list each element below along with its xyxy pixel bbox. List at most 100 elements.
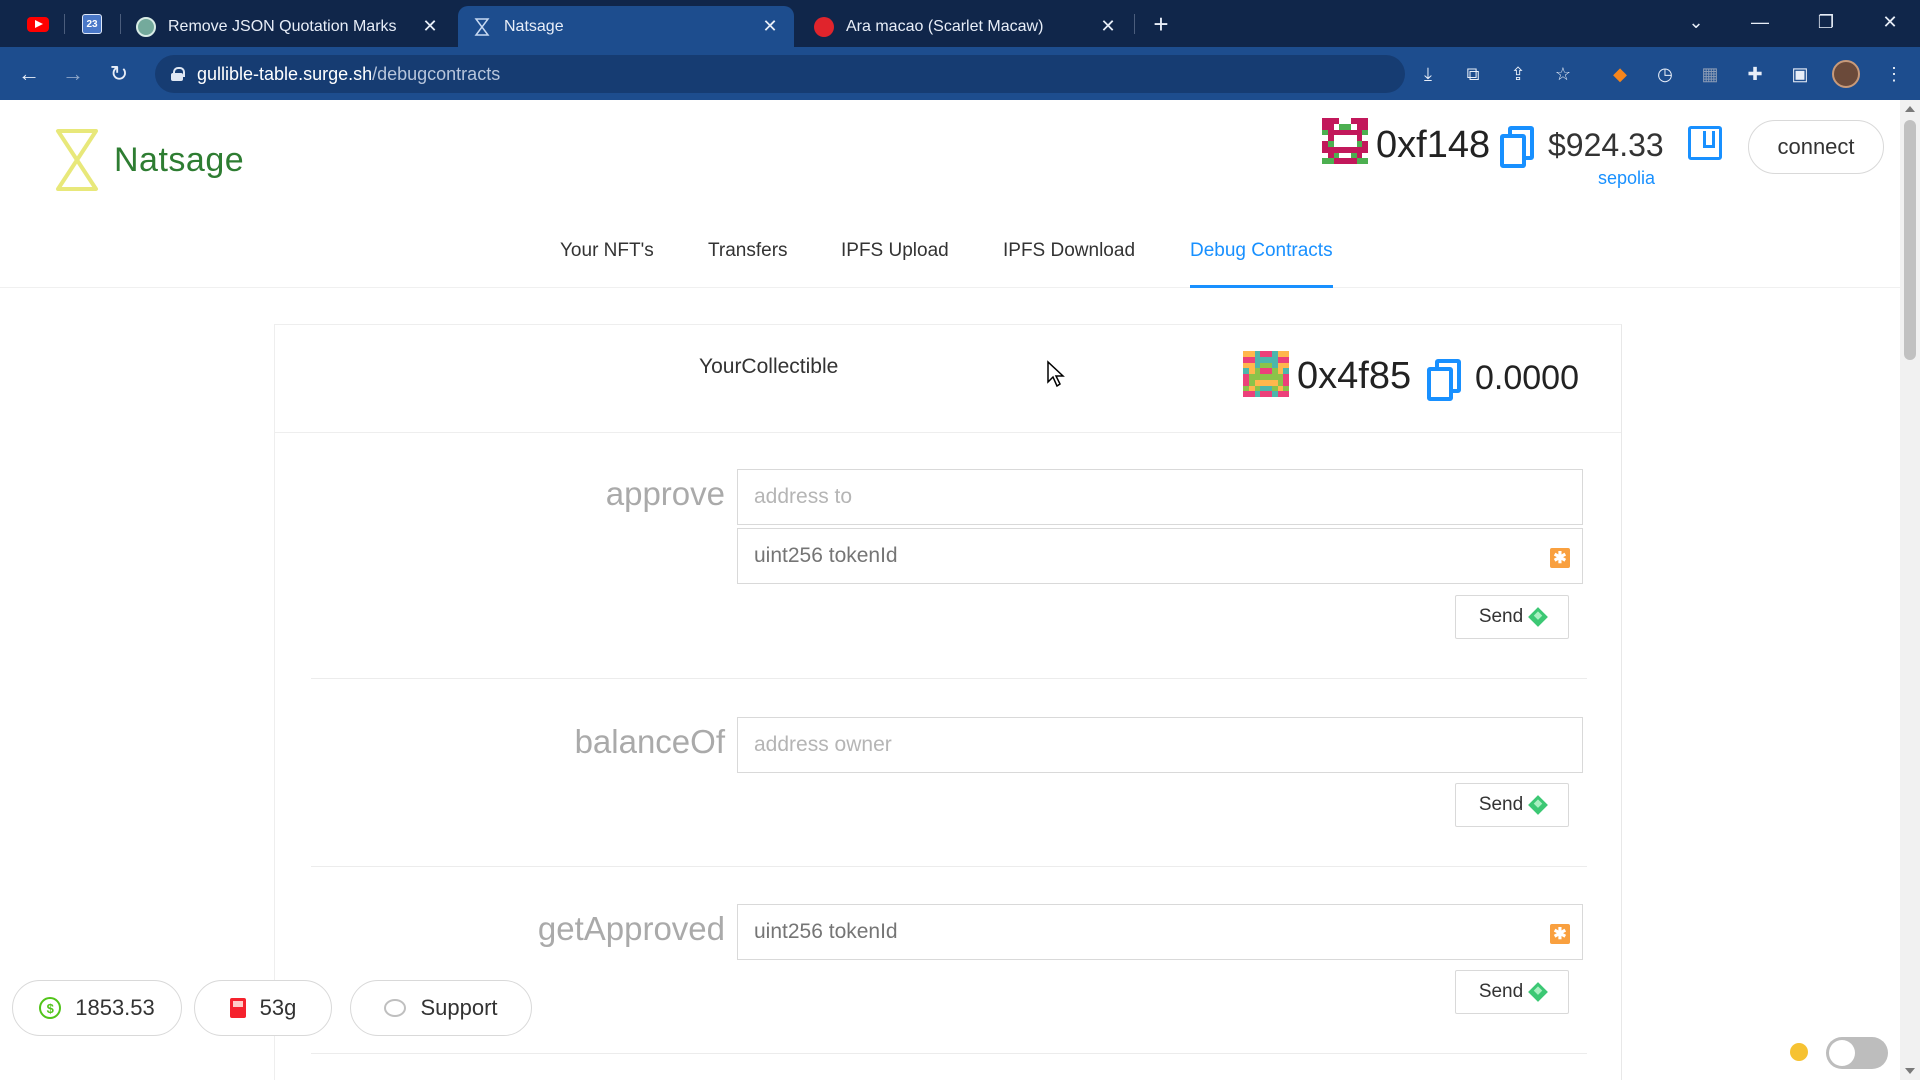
support-label: Support <box>420 995 498 1020</box>
close-icon[interactable]: ✕ <box>760 16 780 37</box>
close-icon[interactable]: ✕ <box>1098 16 1118 37</box>
profile-avatar-icon[interactable] <box>1832 60 1860 88</box>
reload-icon[interactable]: ↻ <box>104 59 134 89</box>
clock-extension-icon[interactable]: ◷ <box>1651 60 1679 88</box>
chat-bubble-icon <box>384 999 407 1017</box>
close-icon[interactable]: ✕ <box>420 16 440 37</box>
tab-ara-macao[interactable]: Ara macao (Scarlet Macaw) ✕ <box>800 6 1132 47</box>
chatgpt-icon <box>136 16 156 37</box>
copy-icon[interactable] <box>1500 126 1534 168</box>
multiply-1e18-icon[interactable]: ✱ <box>1550 548 1570 568</box>
new-tab-plus-icon[interactable]: + <box>1147 9 1175 39</box>
kebab-menu-icon[interactable]: ⋮ <box>1880 60 1908 88</box>
window-close-icon[interactable]: ✕ <box>1870 6 1910 38</box>
approve-tokenid-input[interactable] <box>738 529 1582 583</box>
gas-pump-icon <box>229 998 246 1018</box>
diamond-icon <box>1528 607 1549 627</box>
page-content: Natsage 0xf148 $924.33 sepolia connect Y… <box>0 100 1900 1080</box>
diamond-icon <box>1528 795 1549 815</box>
share-icon[interactable]: ⇪ <box>1504 60 1532 88</box>
url-host: gullible-table.surge.sh <box>197 63 373 84</box>
approve-tokenid-input-wrapper[interactable]: ✱ <box>737 528 1583 584</box>
send-label: Send <box>1478 794 1524 815</box>
calendar-icon: 23 <box>82 14 102 34</box>
main-nav: Your NFT's Transfers IPFS Upload IPFS Do… <box>0 230 1900 288</box>
contract-balance: 0.0000 <box>1475 359 1579 397</box>
eth-price: 1853.53 <box>75 995 155 1020</box>
forward-arrow-icon[interactable]: → <box>58 59 88 89</box>
side-panel-icon[interactable]: ▣ <box>1786 60 1814 88</box>
pinned-tab-youtube[interactable] <box>22 9 54 39</box>
contract-card: YourCollectible 0x4f85 0.0000 approve ✱ … <box>274 324 1622 1080</box>
connect-button[interactable]: connect <box>1748 120 1884 174</box>
copy-icon[interactable] <box>1427 359 1461 401</box>
tab-title: Remove JSON Quotation Marks <box>168 17 397 35</box>
logo-text: Natsage <box>114 140 245 179</box>
browser-tab-bar: 23 Remove JSON Quotation Marks ✕ Natsage… <box>0 0 1920 47</box>
extension-grid-icon[interactable]: ▦ <box>1696 60 1724 88</box>
pinned-tab-calendar[interactable]: 23 <box>76 9 108 39</box>
nav-your-nfts[interactable]: Your NFT's <box>560 240 654 288</box>
getapproved-tokenid-input-wrapper[interactable]: ✱ <box>737 904 1583 960</box>
send-label: Send <box>1478 606 1524 627</box>
mouse-cursor-icon <box>1046 360 1066 388</box>
balanceof-send-button[interactable]: Send <box>1455 783 1569 827</box>
function-name-getapproved: getApproved <box>537 910 725 947</box>
page-scrollbar[interactable] <box>1900 100 1920 1080</box>
tab-search-chevron-icon[interactable]: ⌄ <box>1676 6 1716 38</box>
account-address[interactable]: 0xf148 <box>1376 124 1490 167</box>
function-name-balanceof: balanceOf <box>574 723 725 760</box>
approve-address-to-input[interactable] <box>737 469 1583 525</box>
hourglass-icon <box>56 129 98 191</box>
multiply-1e18-icon[interactable]: ✱ <box>1550 924 1570 944</box>
nav-ipfs-download[interactable]: IPFS Download <box>1003 240 1135 288</box>
account-blockie <box>1322 118 1368 164</box>
tab-remove-json[interactable]: Remove JSON Quotation Marks ✕ <box>122 6 454 47</box>
dollar-icon: $ <box>39 997 62 1019</box>
macaw-icon <box>814 16 834 37</box>
translate-icon[interactable]: ⧉ <box>1459 60 1487 88</box>
nav-debug-contracts[interactable]: Debug Contracts <box>1190 240 1333 288</box>
balanceof-address-owner-input[interactable] <box>737 717 1583 773</box>
restore-icon[interactable]: ❐ <box>1806 6 1846 38</box>
contract-card-header: YourCollectible 0x4f85 0.0000 <box>275 325 1621 433</box>
tab-natsage[interactable]: Natsage ✕ <box>458 6 794 47</box>
scroll-thumb[interactable] <box>1904 120 1916 360</box>
diamond-icon <box>1528 982 1549 1002</box>
tab-separator <box>120 14 121 34</box>
back-arrow-icon[interactable]: ← <box>14 59 44 89</box>
function-name-approve: approve <box>605 475 725 512</box>
contract-blockie <box>1243 351 1289 397</box>
address-bar[interactable]: gullible-table.surge.sh/debugcontracts <box>155 55 1405 93</box>
metamask-fox-icon[interactable]: ◆ <box>1606 60 1634 88</box>
nav-transfers[interactable]: Transfers <box>708 240 788 288</box>
gas-price-pill[interactable]: 53g <box>194 980 332 1036</box>
youtube-icon <box>27 16 49 32</box>
eth-price-pill[interactable]: $ 1853.53 <box>12 980 182 1036</box>
hourglass-icon <box>472 17 492 37</box>
browser-toolbar: ← → ↻ gullible-table.surge.sh/debugcontr… <box>0 47 1920 100</box>
tab-title: Ara macao (Scarlet Macaw) <box>846 17 1044 35</box>
install-app-icon[interactable]: ⤓ <box>1414 60 1442 88</box>
contract-address[interactable]: 0x4f85 <box>1297 355 1411 398</box>
account-balance: $924.33 <box>1548 127 1664 163</box>
tab-separator <box>1134 14 1135 34</box>
support-button[interactable]: Support <box>350 980 532 1036</box>
puzzle-extensions-icon[interactable]: ✚ <box>1741 60 1769 88</box>
getapproved-tokenid-input[interactable] <box>738 905 1582 959</box>
approve-send-button[interactable]: Send <box>1455 595 1569 639</box>
bookmark-star-icon[interactable]: ☆ <box>1549 60 1577 88</box>
wallet-icon[interactable] <box>1688 126 1722 160</box>
app-logo[interactable]: Natsage <box>54 128 244 192</box>
scroll-down-icon[interactable] <box>1905 1068 1915 1074</box>
scroll-up-icon[interactable] <box>1905 106 1915 112</box>
sun-icon <box>1790 1043 1808 1061</box>
send-label: Send <box>1478 981 1524 1002</box>
minimize-icon[interactable]: — <box>1740 6 1780 38</box>
url-path: /debugcontracts <box>372 63 501 84</box>
theme-toggle[interactable] <box>1826 1037 1888 1069</box>
function-divider <box>311 1053 1587 1054</box>
gas-price: 53g <box>259 995 297 1020</box>
nav-ipfs-upload[interactable]: IPFS Upload <box>841 240 949 288</box>
getapproved-send-button[interactable]: Send <box>1455 970 1569 1014</box>
